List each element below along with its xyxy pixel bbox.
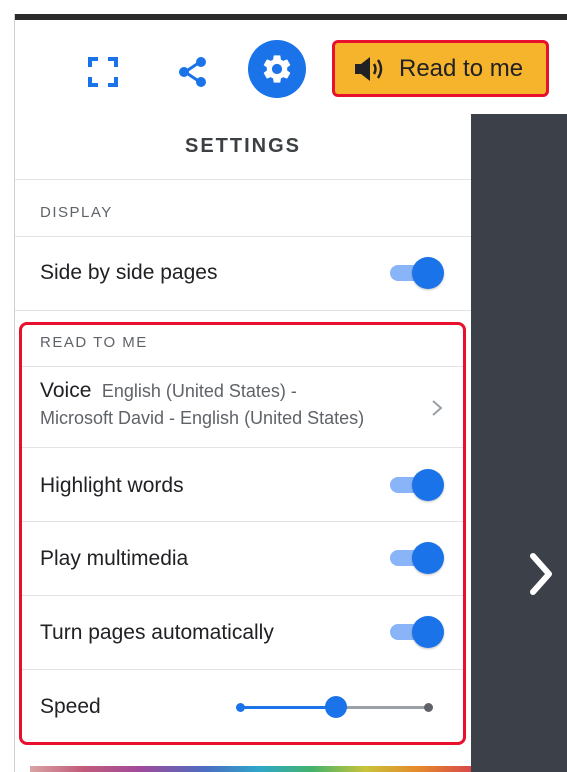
divider: [15, 236, 471, 237]
slider-start-dot: [236, 703, 245, 712]
divider: [22, 595, 463, 596]
turn-pages-toggle[interactable]: [388, 616, 444, 648]
toolbar: Read to me: [15, 20, 567, 114]
play-multimedia-toggle[interactable]: [388, 542, 444, 574]
fullscreen-icon[interactable]: [81, 50, 125, 94]
share-icon[interactable]: [171, 50, 215, 94]
divider: [22, 669, 463, 670]
toggle-knob: [412, 257, 444, 289]
slider-end-dot: [424, 703, 433, 712]
highlight-words-toggle[interactable]: [388, 469, 444, 501]
speed-slider[interactable]: [236, 694, 434, 720]
color-strip: [30, 766, 471, 772]
highlight-words-label: Highlight words: [40, 474, 184, 497]
divider: [22, 366, 463, 367]
voice-value-line2: Microsoft David - English (United States…: [40, 408, 365, 428]
toggle-knob: [412, 542, 444, 574]
voice-value-line1: English (United States) -: [101, 381, 297, 401]
chevron-right-icon: [530, 553, 552, 595]
slider-thumb[interactable]: [325, 696, 347, 718]
toggle-knob: [412, 469, 444, 501]
side-by-side-toggle[interactable]: [388, 257, 444, 289]
section-label-display: DISPLAY: [40, 204, 113, 221]
side-by-side-label: Side by side pages: [40, 261, 218, 284]
toggle-knob: [412, 616, 444, 648]
chevron-right-icon[interactable]: [430, 398, 444, 418]
next-page-button[interactable]: [521, 548, 561, 600]
section-label-read-to-me: READ TO ME: [40, 334, 148, 351]
divider: [22, 521, 463, 522]
voice-label: Voice: [40, 379, 92, 402]
play-multimedia-label: Play multimedia: [40, 547, 189, 570]
slider-fill: [240, 706, 336, 709]
book-page-area: [471, 114, 567, 772]
slider-track: [336, 706, 432, 709]
speed-label: Speed: [40, 695, 101, 718]
read-to-me-button[interactable]: Read to me: [332, 40, 549, 97]
read-to-me-label: Read to me: [399, 54, 524, 82]
divider: [22, 447, 463, 448]
divider: [15, 310, 471, 311]
turn-pages-label: Turn pages automatically: [40, 621, 274, 644]
speaker-icon: [355, 56, 383, 81]
gear-icon: [263, 55, 291, 83]
settings-title: SETTINGS: [15, 114, 471, 180]
settings-button[interactable]: [248, 40, 306, 98]
voice-setting[interactable]: Voice English (United States) - Microsof…: [40, 378, 420, 432]
